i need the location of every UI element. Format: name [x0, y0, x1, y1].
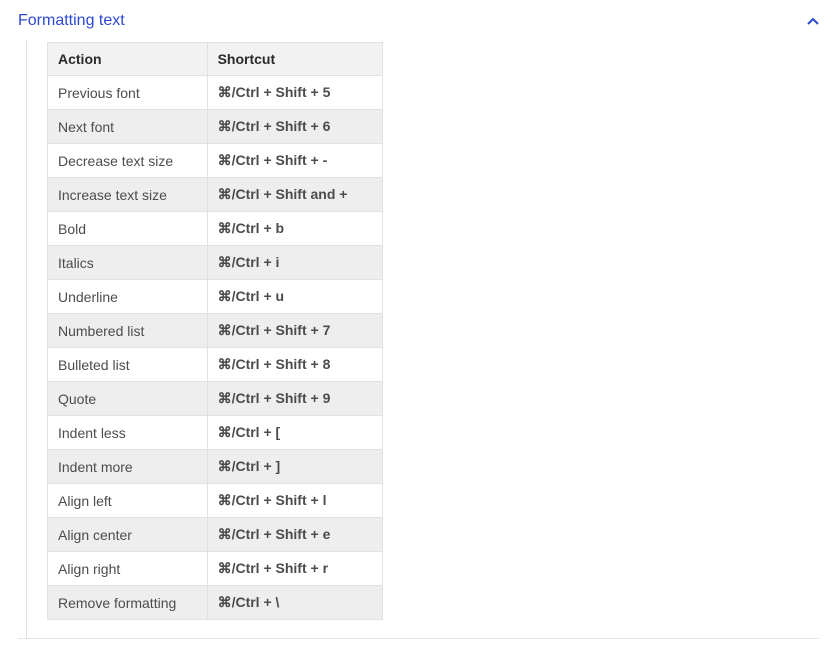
table-row: Indent more⌘/Ctrl + ]: [48, 450, 383, 484]
table-row: Bold⌘/Ctrl + b: [48, 212, 383, 246]
table-row: Next font⌘/Ctrl + Shift + 6: [48, 110, 383, 144]
table-row: Italics⌘/Ctrl + i: [48, 246, 383, 280]
cell-action: Next font: [48, 110, 208, 144]
table-header-row: Action Shortcut: [48, 43, 383, 76]
cell-shortcut: ⌘/Ctrl + u: [207, 280, 382, 314]
table-row: Bulleted list⌘/Ctrl + Shift + 8: [48, 348, 383, 382]
cell-shortcut: ⌘/Ctrl + Shift + r: [207, 552, 382, 586]
cell-shortcut: ⌘/Ctrl + Shift + 8: [207, 348, 382, 382]
cell-shortcut: ⌘/Ctrl + Shift + e: [207, 518, 382, 552]
cell-action: Numbered list: [48, 314, 208, 348]
table-row: Indent less⌘/Ctrl + [: [48, 416, 383, 450]
cell-action: Quote: [48, 382, 208, 416]
cell-shortcut: ⌘/Ctrl + Shift + 9: [207, 382, 382, 416]
cell-shortcut: ⌘/Ctrl + Shift and +: [207, 178, 382, 212]
cell-shortcut: ⌘/Ctrl + Shift + l: [207, 484, 382, 518]
shortcuts-table: Action Shortcut Previous font⌘/Ctrl + Sh…: [47, 42, 383, 620]
section-divider: [18, 638, 819, 639]
table-row: Align right⌘/Ctrl + Shift + r: [48, 552, 383, 586]
cell-shortcut: ⌘/Ctrl + Shift + -: [207, 144, 382, 178]
table-row: Increase text size⌘/Ctrl + Shift and +: [48, 178, 383, 212]
cell-action: Align left: [48, 484, 208, 518]
cell-shortcut: ⌘/Ctrl + b: [207, 212, 382, 246]
cell-action: Increase text size: [48, 178, 208, 212]
chevron-up-icon: [807, 17, 819, 25]
cell-action: Bold: [48, 212, 208, 246]
cell-shortcut: ⌘/Ctrl + Shift + 7: [207, 314, 382, 348]
section-header[interactable]: Formatting text: [18, 10, 819, 34]
cell-shortcut: ⌘/Ctrl + \: [207, 586, 382, 620]
cell-action: Remove formatting: [48, 586, 208, 620]
cell-action: Decrease text size: [48, 144, 208, 178]
table-row: Decrease text size⌘/Ctrl + Shift + -: [48, 144, 383, 178]
cell-action: Bulleted list: [48, 348, 208, 382]
table-row: Numbered list⌘/Ctrl + Shift + 7: [48, 314, 383, 348]
cell-action: Align right: [48, 552, 208, 586]
table-row: Previous font⌘/Ctrl + Shift + 5: [48, 76, 383, 110]
section-body: Action Shortcut Previous font⌘/Ctrl + Sh…: [26, 40, 819, 638]
cell-action: Underline: [48, 280, 208, 314]
header-action: Action: [48, 43, 208, 76]
table-row: Underline⌘/Ctrl + u: [48, 280, 383, 314]
cell-shortcut: ⌘/Ctrl + ]: [207, 450, 382, 484]
cell-action: Indent more: [48, 450, 208, 484]
cell-shortcut: ⌘/Ctrl + [: [207, 416, 382, 450]
cell-action: Previous font: [48, 76, 208, 110]
cell-action: Indent less: [48, 416, 208, 450]
table-row: Remove formatting⌘/Ctrl + \: [48, 586, 383, 620]
table-row: Align left⌘/Ctrl + Shift + l: [48, 484, 383, 518]
table-row: Quote⌘/Ctrl + Shift + 9: [48, 382, 383, 416]
cell-shortcut: ⌘/Ctrl + Shift + 6: [207, 110, 382, 144]
cell-shortcut: ⌘/Ctrl + Shift + 5: [207, 76, 382, 110]
section-title: Formatting text: [18, 12, 125, 30]
cell-shortcut: ⌘/Ctrl + i: [207, 246, 382, 280]
cell-action: Align center: [48, 518, 208, 552]
header-shortcut: Shortcut: [207, 43, 382, 76]
cell-action: Italics: [48, 246, 208, 280]
table-row: Align center⌘/Ctrl + Shift + e: [48, 518, 383, 552]
